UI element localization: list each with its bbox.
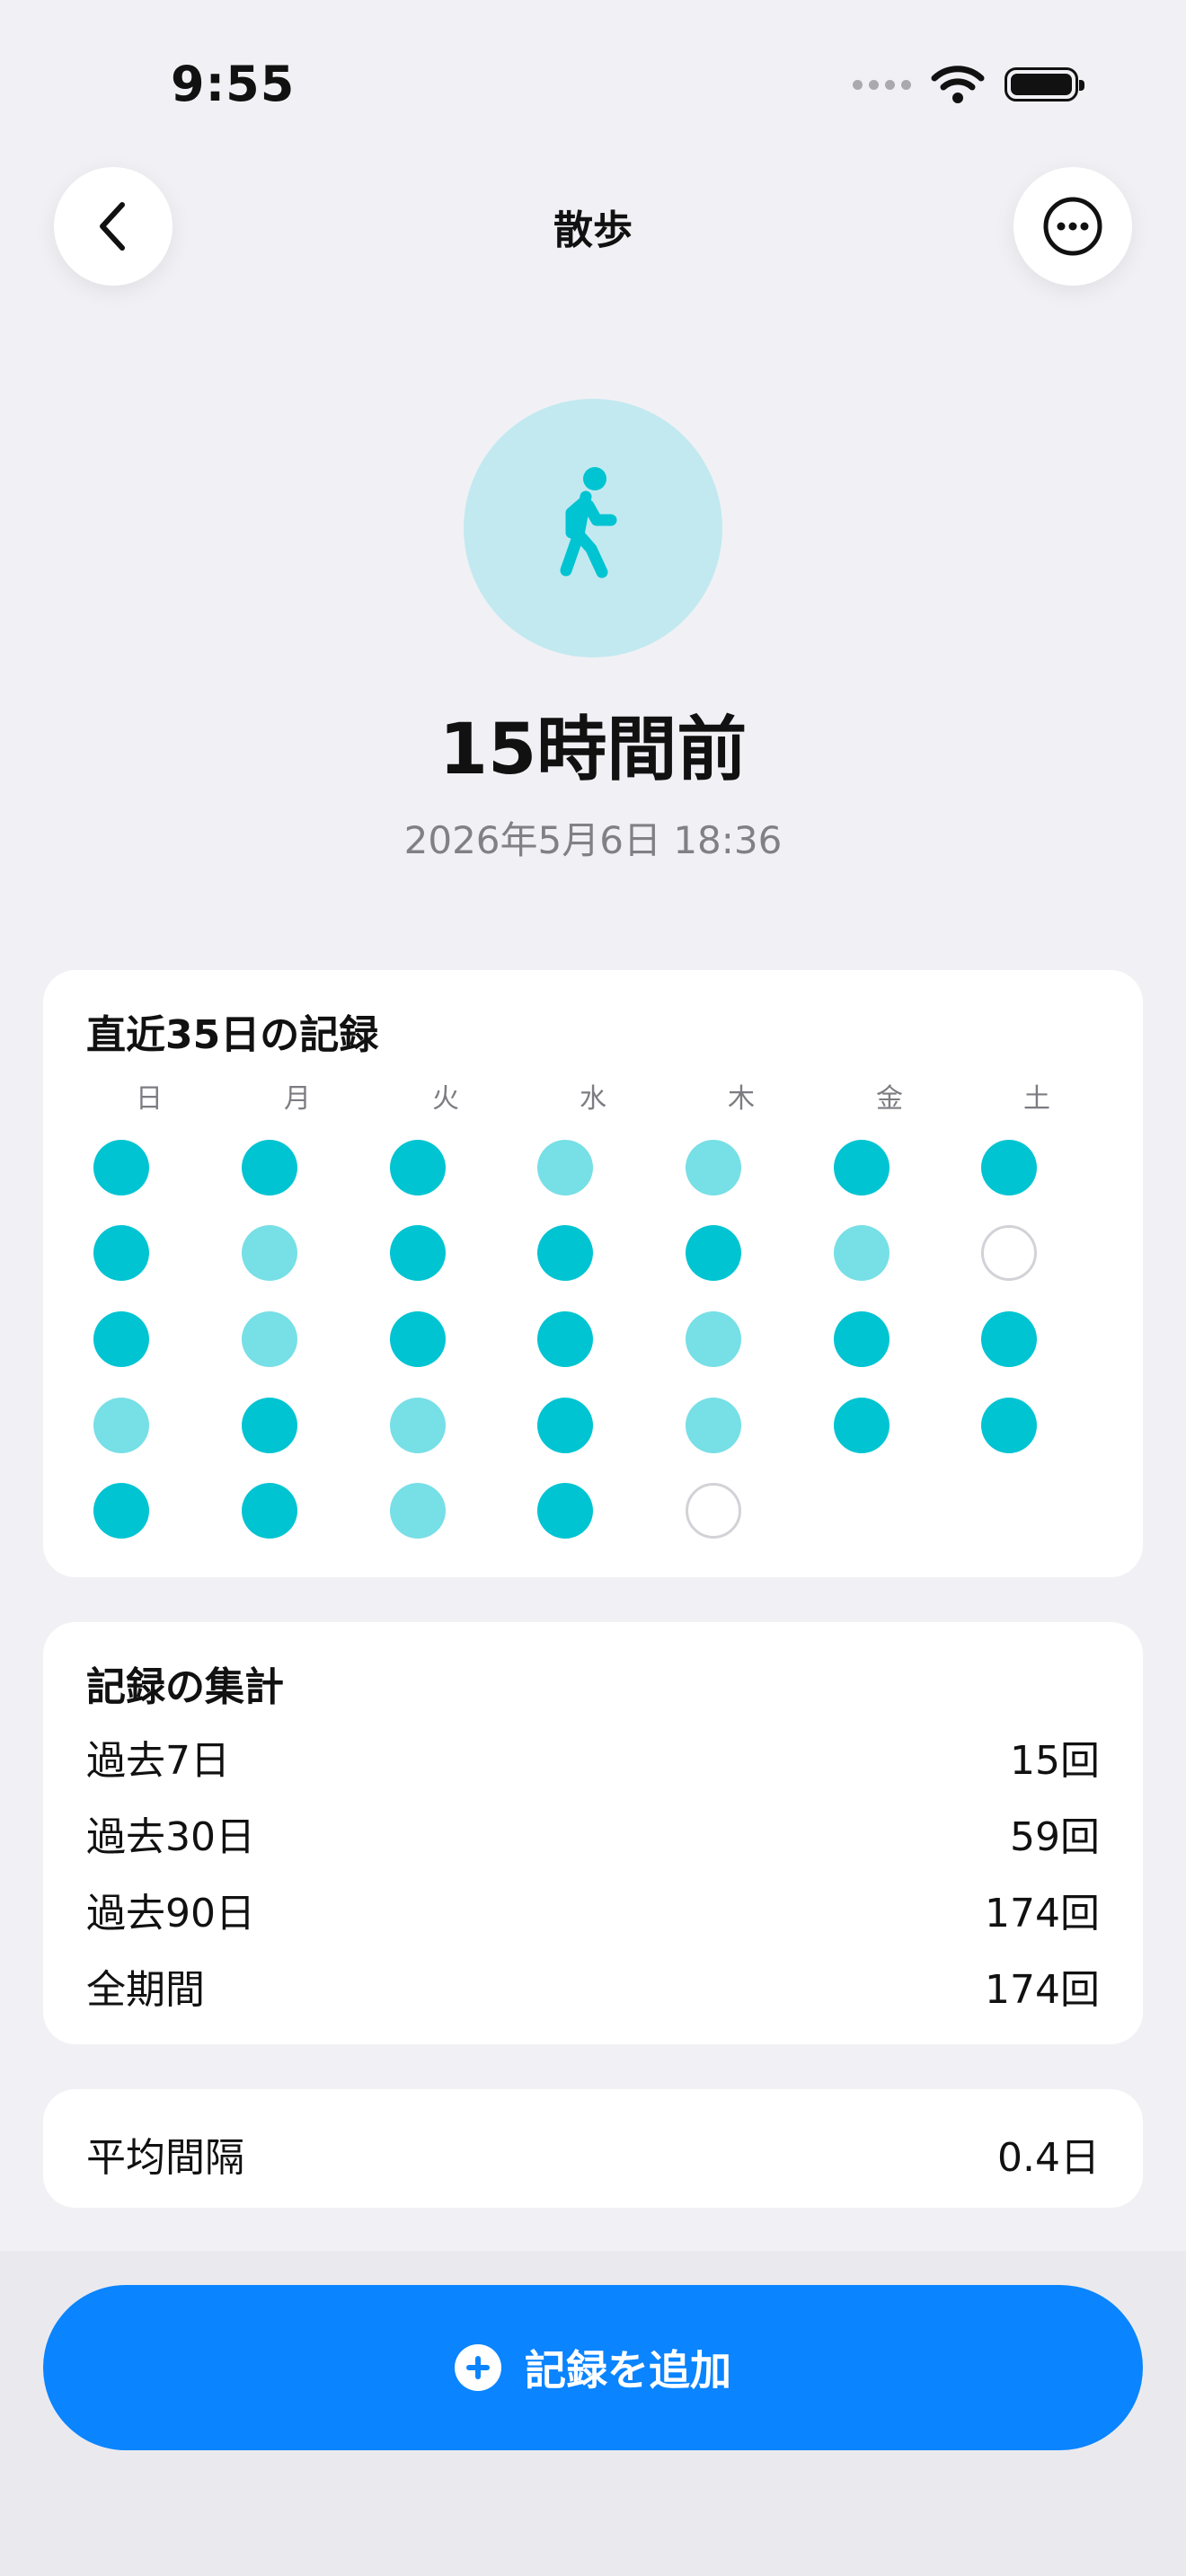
weekday-label: 木: [728, 1083, 755, 1115]
battery-icon: [1005, 67, 1084, 101]
calendar-day-dot: [390, 1311, 446, 1367]
summary-card: 記録の集計 過去7日 15回 過去30日 59回 過去90日 174回 全期間 …: [43, 1622, 1143, 2044]
calendar-day-dot: [242, 1225, 297, 1281]
status-icons: [853, 65, 1084, 104]
calendar-day-dot: [834, 1311, 890, 1367]
add-record-label: 記録を追加: [525, 2346, 731, 2395]
calendar-day-dot: [981, 1225, 1037, 1281]
calendar-day-dot: [686, 1140, 741, 1195]
calendar-day-dot: [834, 1140, 890, 1195]
more-options-button[interactable]: [1013, 167, 1132, 286]
calendar-day-dot: [686, 1398, 741, 1453]
calendar-day-dot: [537, 1311, 593, 1367]
calendar-day-dot: [686, 1225, 741, 1281]
calendar-day-dot: [834, 1225, 890, 1281]
calendar-day-dot: [93, 1311, 149, 1367]
weekday-label: 水: [580, 1083, 606, 1115]
average-interval-label: 平均間隔: [86, 2135, 244, 2181]
average-interval-value: 0.4日: [997, 2135, 1100, 2181]
summary-row-label: 全期間: [86, 1967, 205, 2013]
calendar-title: 直近35日の記録: [86, 1012, 379, 1058]
calendar-day-dot: [390, 1225, 446, 1281]
plus-circle-icon: [455, 2344, 501, 2391]
cellular-signal-icon: [853, 79, 911, 90]
calendar-day-dot: [981, 1311, 1037, 1367]
last-record-datetime: 2026年5月6日 18:36: [403, 818, 783, 862]
summary-row-label: 過去90日: [86, 1891, 255, 1936]
calendar-day-dot: [537, 1398, 593, 1453]
calendar-day-dot: [93, 1398, 149, 1453]
weekday-label: 日: [136, 1083, 163, 1115]
calendar-day-dot: [93, 1225, 149, 1281]
calendar-day-dot: [981, 1140, 1037, 1195]
page-title: 散歩: [553, 207, 633, 253]
calendar-day-dot: [686, 1483, 741, 1539]
summary-row-label: 過去7日: [86, 1738, 230, 1784]
summary-row: 全期間 174回: [86, 1957, 1100, 2015]
calendar-day-dot: [390, 1483, 446, 1539]
status-time: 9:55: [171, 56, 296, 112]
summary-row-value: 15回: [1010, 1738, 1100, 1784]
calendar-day-dot: [390, 1398, 446, 1453]
weekday-label: 金: [876, 1083, 903, 1115]
calendar-day-dot: [981, 1398, 1037, 1453]
average-interval-card: 平均間隔 0.4日: [43, 2089, 1143, 2208]
calendar-day-dot: [537, 1483, 593, 1539]
calendar-day-dot: [537, 1225, 593, 1281]
ellipsis-circle-icon: [1043, 197, 1102, 256]
calendar-day-dot: [834, 1398, 890, 1453]
calendar-day-dot: [242, 1483, 297, 1539]
summary-row-value: 174回: [985, 1967, 1100, 2013]
calendar-day-dot: [242, 1398, 297, 1453]
summary-row: 過去30日 59回: [86, 1804, 1100, 1862]
wifi-icon: [931, 66, 985, 103]
activity-icon-circle: [464, 399, 722, 657]
weekday-label: 土: [1023, 1083, 1050, 1115]
summary-row-value: 174回: [985, 1891, 1100, 1936]
calendar-day-dot: [93, 1483, 149, 1539]
summary-title: 記録の集計: [86, 1664, 284, 1710]
add-record-button[interactable]: 記録を追加: [43, 2285, 1143, 2450]
summary-row-value: 59回: [1010, 1814, 1100, 1860]
calendar-day-dot: [242, 1140, 297, 1195]
calendar-day-dot: [537, 1140, 593, 1195]
calendar-day-dot: [390, 1140, 446, 1195]
average-interval-row: 平均間隔 0.4日: [86, 2125, 1100, 2183]
weekday-label: 火: [432, 1083, 459, 1115]
calendar-card: 直近35日の記録 日 月 火 水 木 金 土: [43, 970, 1143, 1577]
summary-row-label: 過去30日: [86, 1814, 255, 1860]
walking-person-icon: [560, 467, 617, 578]
calendar-day-dot: [242, 1311, 297, 1367]
calendar-day-dot: [686, 1311, 741, 1367]
elapsed-time: 15時間前: [438, 710, 748, 790]
weekday-label: 月: [284, 1083, 311, 1115]
summary-row: 過去90日 174回: [86, 1881, 1100, 1938]
calendar-day-dot: [93, 1140, 149, 1195]
summary-row: 過去7日 15回: [86, 1728, 1100, 1786]
